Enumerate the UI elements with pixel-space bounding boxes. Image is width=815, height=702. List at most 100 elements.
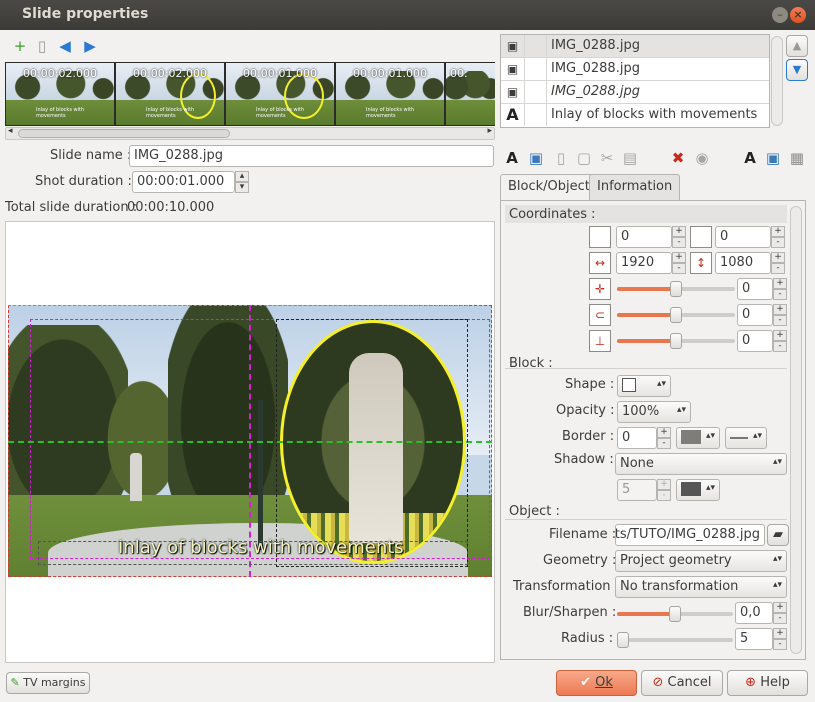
move-up-icon[interactable]: ▲ [786, 35, 808, 57]
x-down[interactable]: - [672, 237, 686, 248]
border-width-input[interactable]: 0 [617, 427, 657, 449]
image-edit-icon[interactable]: ▣ [765, 150, 781, 166]
x-up[interactable]: + [672, 226, 686, 237]
block-list[interactable]: ▣ IMG_0288.jpg ▣ IMG_0288.jpg ▣ IMG_0288… [500, 34, 770, 128]
scrollbar-thumb[interactable] [18, 129, 230, 138]
slide-thumbnail[interactable]: 00:00:01.000 Inlay of blocks with moveme… [336, 63, 444, 125]
blur-down[interactable]: - [773, 613, 787, 624]
block-label: Inlay of blocks with movements [551, 107, 758, 122]
rz-up[interactable]: + [773, 330, 787, 341]
shape-select[interactable]: ▴▾ [617, 375, 671, 397]
block-row[interactable]: A Inlay of blocks with movements [501, 104, 769, 127]
rotate-y-input[interactable]: 0 [737, 304, 773, 326]
scroll-left-icon[interactable]: ◂ [8, 126, 13, 136]
cut-icon[interactable]: ✂ [599, 150, 615, 166]
close-button[interactable]: × [790, 7, 806, 23]
width-input[interactable]: 1920 [616, 252, 672, 274]
shadow-down[interactable]: - [657, 490, 671, 501]
rotate-y-slider[interactable] [617, 307, 735, 323]
ok-button[interactable]: ✔ Ok [556, 670, 637, 696]
radius-down[interactable]: - [773, 639, 787, 650]
duration-up[interactable]: ▴ [235, 171, 249, 182]
tab-block-object[interactable]: Block/Object [500, 174, 598, 201]
w-down[interactable]: - [672, 263, 686, 274]
filename-value: uets/TUTO/IMG_0288.jpg [615, 527, 760, 542]
border-up[interactable]: + [657, 427, 671, 438]
move-down-icon[interactable]: ▼ [786, 59, 808, 81]
slide-thumbnail[interactable]: 00:00:02.000 Inlay of blocks with moveme… [116, 63, 224, 125]
rotate-x-slider[interactable] [617, 281, 735, 297]
border-color-select[interactable]: ▴▾ [676, 427, 720, 449]
shadow-up[interactable]: + [657, 479, 671, 490]
cancel-button[interactable]: ⊘ Cancel [641, 670, 723, 696]
position-x-input[interactable]: 0 [616, 226, 672, 248]
transformation-select[interactable]: No transformation ▴▾ [615, 576, 787, 598]
opacity-select[interactable]: 100% ▴▾ [617, 401, 691, 423]
slide-thumbnail-selected[interactable]: 00:00:01.000 Inlay of blocks with moveme… [226, 63, 334, 125]
rz-down[interactable]: - [773, 341, 787, 352]
clipboard-icon[interactable]: ▤ [622, 150, 638, 166]
shot-duration-input[interactable]: 00:00:01.000 [132, 171, 235, 193]
rotate-z-slider[interactable] [617, 333, 735, 349]
shadow-distance-input[interactable]: 5 [617, 479, 657, 501]
browse-folder-icon[interactable]: ▰ [767, 524, 789, 546]
shadow-select[interactable]: None ▴▾ [615, 453, 787, 475]
next-slide-icon[interactable]: ▶ [82, 38, 98, 54]
block-row[interactable]: ▣ IMG_0288.jpg [501, 58, 769, 81]
rotate-z-input[interactable]: 0 [737, 330, 773, 352]
slide-name-input[interactable]: IMG_0288.jpg [129, 145, 494, 167]
visibility-icon[interactable]: ◉ [694, 150, 710, 166]
rotate-x-input[interactable]: 0 [737, 278, 773, 300]
blur-sharpen-input[interactable]: 0,0 [735, 602, 773, 624]
border-style-select[interactable]: ▴▾ [725, 427, 767, 449]
text-style-icon[interactable]: A [742, 150, 758, 166]
block-row[interactable]: ▣ IMG_0288.jpg [501, 35, 769, 58]
slide-thumbnail[interactable]: 00: [446, 63, 495, 125]
tab-information[interactable]: Information [589, 174, 681, 200]
scroll-right-icon[interactable]: ▸ [487, 126, 492, 136]
y-up[interactable]: + [771, 226, 785, 237]
block-section: Block : [509, 356, 553, 371]
previous-slide-icon[interactable]: ◀ [57, 38, 73, 54]
slide-filmstrip[interactable]: 00:00:02.000 Inlay of blocks with moveme… [5, 62, 495, 126]
rx-up[interactable]: + [773, 278, 787, 289]
blur-up[interactable]: + [773, 602, 787, 613]
border-down[interactable]: - [657, 438, 671, 449]
framing-icon[interactable]: ▦ [789, 150, 805, 166]
blur-sharpen-slider[interactable] [617, 606, 733, 622]
h-down[interactable]: - [771, 263, 785, 274]
add-text-block-icon[interactable]: A [504, 150, 520, 166]
slide-thumbnail[interactable]: 00:00:02.000 Inlay of blocks with moveme… [6, 63, 114, 125]
help-button[interactable]: ⊕ Help [727, 670, 808, 696]
delete-block-icon[interactable]: ✖ [670, 150, 686, 166]
radius-up[interactable]: + [773, 628, 787, 639]
rotate-x-icon: ✛ [589, 278, 611, 300]
geometry-select[interactable]: Project geometry ▴▾ [615, 550, 787, 572]
minimize-button[interactable]: – [772, 7, 788, 23]
block-list-scrollbar[interactable] [771, 36, 783, 126]
shadow-color-select[interactable]: ▴▾ [676, 479, 720, 501]
radius-input[interactable]: 5 [735, 628, 773, 650]
y-down[interactable]: - [771, 237, 785, 248]
block-row[interactable]: ▣ IMG_0288.jpg [501, 81, 769, 104]
thumbnail-caption: Inlay of blocks with movements [146, 107, 195, 119]
h-up[interactable]: + [771, 252, 785, 263]
filmstrip-scrollbar[interactable]: ◂ ▸ [5, 126, 495, 140]
remove-slide-icon[interactable]: ▯ [34, 38, 50, 54]
position-y-input[interactable]: 0 [715, 226, 771, 248]
radius-slider[interactable] [617, 632, 733, 648]
panel-scrollbar[interactable] [790, 206, 802, 654]
rx-down[interactable]: - [773, 289, 787, 300]
w-up[interactable]: + [672, 252, 686, 263]
slide-preview[interactable]: Inlay of blocks with movements [5, 221, 495, 663]
ry-up[interactable]: + [773, 304, 787, 315]
add-image-block-icon[interactable]: ▣ [528, 150, 544, 166]
filename-input[interactable]: uets/TUTO/IMG_0288.jpg [615, 524, 765, 546]
tv-margins-button[interactable]: ✎ TV margins [6, 672, 90, 694]
duration-down[interactable]: ▾ [235, 182, 249, 193]
copy-block-icon[interactable]: ▯ [553, 150, 569, 166]
height-input[interactable]: 1080 [715, 252, 771, 274]
paste-block-icon[interactable]: ▢ [576, 150, 592, 166]
add-slide-icon[interactable]: + [12, 38, 28, 54]
ry-down[interactable]: - [773, 315, 787, 326]
